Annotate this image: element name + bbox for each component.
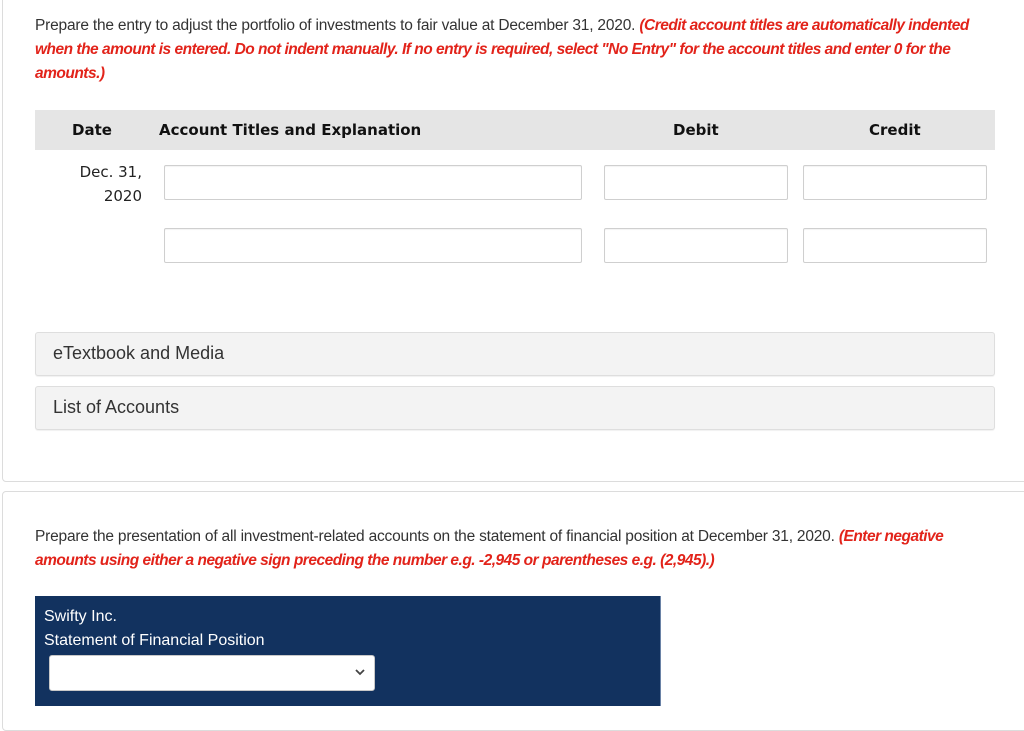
etextbook-label: eTextbook and Media (53, 343, 225, 363)
part-b-instructions: Prepare the presentation of all investme… (35, 525, 1000, 573)
part-a-instructions: Prepare the entry to adjust the portfoli… (35, 14, 985, 86)
header-credit: Credit (869, 121, 921, 139)
statement-title: Statement of Financial Position (44, 632, 265, 649)
entry-date: Dec. 31, 2020 (60, 160, 142, 208)
header-account-titles: Account Titles and Explanation (159, 121, 422, 139)
account-title-input-row2[interactable] (164, 228, 582, 263)
credit-input-row2[interactable] (803, 228, 987, 263)
statement-date-select[interactable] (49, 655, 375, 691)
company-name: Swifty Inc. (44, 608, 117, 625)
statement-of-financial-position-header: Swifty Inc. Statement of Financial Posit… (35, 596, 661, 706)
list-of-accounts-label: List of Accounts (53, 397, 180, 417)
account-title-input-row1[interactable] (164, 165, 582, 200)
entry-date-line2: 2020 (103, 187, 142, 205)
entry-date-line1: Dec. 31, (79, 163, 142, 181)
credit-input-row1[interactable] (803, 165, 987, 200)
header-date: Date (72, 121, 112, 139)
debit-input-row2[interactable] (604, 228, 788, 263)
journal-entry-header: Date Account Titles and Explanation Debi… (35, 110, 995, 150)
chevron-down-icon (355, 669, 365, 676)
header-debit: Debit (673, 121, 719, 139)
debit-input-row1[interactable] (604, 165, 788, 200)
list-of-accounts-button[interactable]: List of Accounts (35, 386, 995, 430)
part-a-instruction-text: Prepare the entry to adjust the portfoli… (35, 17, 636, 34)
etextbook-and-media-button[interactable]: eTextbook and Media (35, 332, 995, 376)
part-b-instruction-text: Prepare the presentation of all investme… (35, 528, 835, 545)
